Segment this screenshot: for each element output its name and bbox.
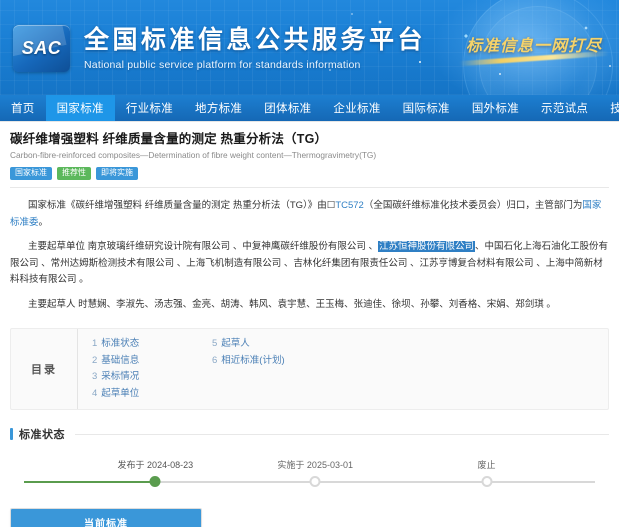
toc-num-4: 4 — [92, 388, 98, 400]
intro-mid-text: 归口，主管部门为 — [506, 199, 583, 211]
toc-label-6: 相近标准(计划) — [221, 354, 285, 366]
drafting-orgs-paragraph: 主要起草单位 南京玻璃纤维研究设计院有限公司 、中复神鹰碳纤维股份有限公司 、江… — [10, 239, 609, 289]
nav-item-group-standards[interactable]: 团体标准 — [253, 95, 322, 121]
intro-suffix-text: 。 — [38, 216, 49, 228]
nav-item-demonstration-pilot[interactable]: 示范试点 — [530, 95, 599, 121]
toc-item-drafters[interactable]: 5 起草人 — [212, 338, 285, 350]
current-standard-card-header: 当前标准 — [11, 509, 201, 527]
toc-column-left: 1 标准状态 2 基础信息 3 采标情况 4 起草单位 — [92, 338, 212, 401]
timeline-progress — [24, 481, 156, 484]
nav-item-foreign-standards[interactable]: 国外标准 — [461, 95, 530, 121]
toc-num-5: 5 — [212, 337, 218, 349]
toc-column-right: 5 起草人 6 相近标准(计划) — [212, 338, 285, 401]
toc-label: 目录 — [31, 363, 57, 376]
toc-num-2: 2 — [92, 354, 98, 366]
toc-label-1: 标准状态 — [101, 337, 140, 349]
toc-label-3: 采标情况 — [101, 371, 140, 383]
toc-item-adoption-info[interactable]: 3 采标情况 — [92, 371, 212, 383]
timeline-node-abolished[interactable]: 废止 — [477, 460, 496, 488]
status-section-title: 标准状态 — [19, 429, 65, 442]
site-banner: SAC 全国标准信息公共服务平台 National public service… — [0, 0, 619, 95]
site-title-en: National public service platform for sta… — [84, 58, 361, 71]
status-badge-national: 国家标准 — [10, 167, 52, 180]
status-timeline: 发布于 2024-08-23 实施于 2025-03-01 废止 — [24, 458, 595, 492]
toc-num-1: 1 — [92, 337, 98, 349]
nav-item-enterprise-standards[interactable]: 企业标准 — [322, 95, 391, 121]
section-accent-bar — [10, 428, 13, 441]
toc-item-related-standards[interactable]: 6 相近标准(计划) — [212, 355, 285, 367]
section-header-rule — [75, 433, 609, 435]
timeline-dot-abolished — [481, 476, 492, 488]
timeline-label-effective: 实施于 2025-03-01 — [277, 460, 353, 471]
nav-item-industry-standards[interactable]: 行业标准 — [115, 95, 184, 121]
nav-item-national-standards[interactable]: 国家标准 — [45, 95, 115, 121]
standard-title-block: 碳纤维增强塑料 纤维质量含量的测定 热重分析法（TG） Carbon-fibre… — [0, 122, 619, 187]
status-badge-recommended: 推荐性 — [57, 167, 91, 180]
timeline-node-published[interactable]: 发布于 2024-08-23 — [118, 460, 193, 488]
status-section-header: 标准状态 — [10, 426, 609, 442]
timeline-label-published: 发布于 2024-08-23 — [117, 460, 194, 471]
tc-code-link[interactable]: TC572 — [335, 200, 364, 211]
page-subtitle-en: Carbon-fibre-reinforced composites—Deter… — [10, 150, 377, 161]
page-content: 碳纤维增强塑料 纤维质量含量的测定 热重分析法（TG） Carbon-fibre… — [0, 122, 619, 527]
intro-prefix-text: 国家标准《碳纤维增强塑料 纤维质量含量的测定 热重分析法（TG）》由 — [28, 199, 327, 211]
toc-label-5: 起草人 — [221, 337, 250, 349]
toc-num-3: 3 — [92, 371, 98, 383]
toc-columns: 1 标准状态 2 基础信息 3 采标情况 4 起草单位 5 起草人 6 相近标准(计划) — [77, 328, 608, 410]
site-title-cn: 全国标准信息公共服务平台 — [84, 26, 427, 54]
timeline-dot-effective — [309, 476, 321, 488]
current-standard-wrapper: 当前标准 GB/T 44307-2024 即将实施 碳纤维增强塑料 纤维质量含量… — [0, 492, 619, 527]
orgs-prefix-text: 主要起草单位 南京玻璃纤维研究设计院有限公司 、中复神鹰碳纤维股份有限公司 、 — [28, 241, 378, 253]
toc-label-4: 起草单位 — [101, 388, 140, 400]
timeline-label-abolished: 废止 — [477, 460, 496, 471]
nav-item-technical-committee[interactable]: 技术委员会 — [599, 95, 619, 121]
status-section: 标准状态 发布于 2024-08-23 实施于 2025-03-01 废止 — [0, 422, 619, 492]
table-of-contents: 目录 1 标准状态 2 基础信息 3 采标情况 4 起草单位 5 起草人 6 相近标准(计划… — [10, 327, 609, 411]
timeline-node-effective[interactable]: 实施于 2025-03-01 — [277, 460, 353, 488]
timeline-dot-published — [149, 476, 161, 488]
main-navigation: 首页 国家标准 行业标准 地方标准 团体标准 企业标准 国际标准 国外标准 示范… — [0, 95, 619, 122]
info-block: 国家标准《碳纤维增强塑料 纤维质量含量的测定 热重分析法（TG）》由☐TC572… — [0, 188, 619, 326]
banner-title-group: 全国标准信息公共服务平台 National public service pla… — [84, 26, 426, 71]
toc-item-basic-info[interactable]: 2 基础信息 — [92, 355, 212, 367]
highlighted-org: 江苏恒神股份有限公司 — [377, 241, 475, 253]
nav-item-home[interactable]: 首页 — [0, 95, 46, 121]
toc-num-6: 6 — [212, 354, 218, 366]
page-title: 碳纤维增强塑料 纤维质量含量的测定 热重分析法（TG） — [10, 132, 328, 146]
nav-item-local-standards[interactable]: 地方标准 — [184, 95, 253, 121]
sac-logo[interactable]: SAC — [13, 25, 70, 72]
toc-label-2: 基础信息 — [101, 354, 140, 366]
sac-logo-text: SAC — [21, 38, 62, 58]
toc-wrapper: 目录 1 标准状态 2 基础信息 3 采标情况 4 起草单位 5 起草人 6 相近标准(计划… — [0, 326, 619, 423]
status-badge-pending: 即将实施 — [96, 167, 138, 180]
intro-paragraph: 国家标准《碳纤维增强塑料 纤维质量含量的测定 热重分析法（TG）》由☐TC572… — [10, 198, 609, 231]
toc-item-drafting-orgs[interactable]: 4 起草单位 — [92, 388, 212, 400]
badge-group: 国家标准 推荐性 即将实施 — [10, 167, 609, 180]
toc-item-standard-status[interactable]: 1 标准状态 — [92, 338, 212, 350]
current-standard-card[interactable]: 当前标准 GB/T 44307-2024 即将实施 碳纤维增强塑料 纤维质量含量… — [10, 508, 202, 527]
nav-item-international-standards[interactable]: 国际标准 — [392, 95, 461, 121]
tc-name-text: （全国碳纤维标准化技术委员会） — [363, 199, 507, 211]
drafters-paragraph: 主要起草人 时慧娴、李淑先、汤志强、金亮、胡涛、韩风、袁宇慧、王玉梅、张迪佳、徐… — [28, 299, 556, 311]
